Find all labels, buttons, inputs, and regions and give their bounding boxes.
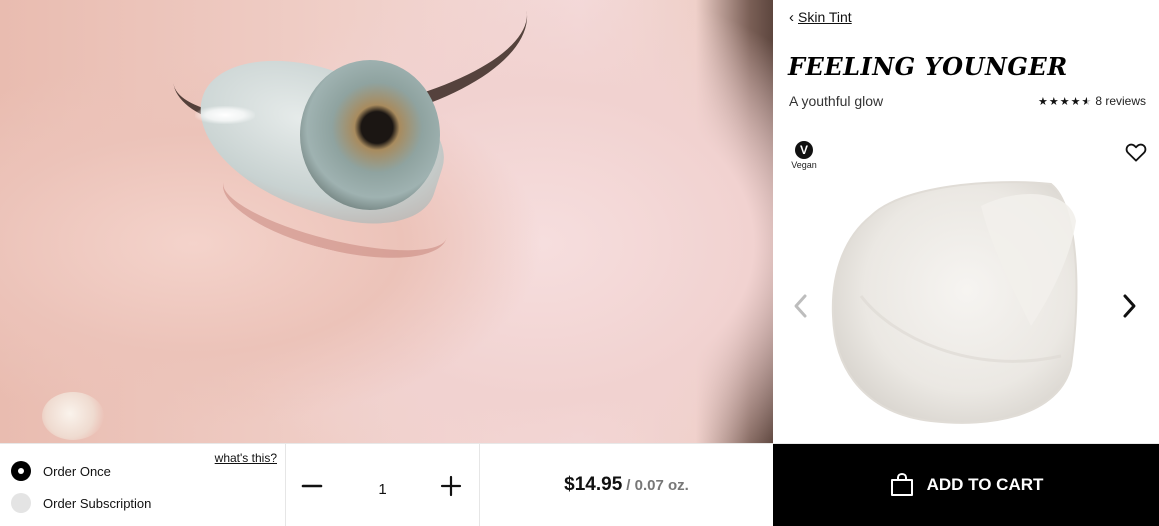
price: $14.95: [564, 474, 623, 495]
rating-summary[interactable]: ★★★★★★ 8 reviews: [1038, 94, 1146, 108]
product-panel: ‹ Skin Tint FEELING YOUNGER A youthful g…: [773, 0, 1159, 443]
purchase-bar: what's this? Order Once Order Subscripti…: [0, 443, 1159, 526]
breadcrumb-label: Skin Tint: [798, 9, 852, 25]
carousel-prev-icon[interactable]: [791, 292, 811, 320]
price-unit: / 0.07 oz.: [626, 476, 689, 494]
plus-icon[interactable]: [439, 474, 463, 498]
vegan-badge: V Vegan: [789, 141, 819, 170]
product-title: FEELING YOUNGER: [788, 52, 1068, 81]
order-subscription-option[interactable]: Order Subscription: [11, 493, 151, 513]
carousel-next-icon[interactable]: [1119, 292, 1139, 320]
price-display: $14.95 / 0.07 oz.: [480, 444, 773, 526]
chevron-left-icon: ‹: [789, 8, 794, 26]
star-icon: ★★★★★★: [1037, 95, 1093, 108]
order-once-radio[interactable]: [11, 461, 31, 481]
heart-icon[interactable]: [1125, 142, 1147, 162]
order-subscription-radio[interactable]: [11, 493, 31, 513]
reviews-count: 8 reviews: [1095, 94, 1146, 108]
vegan-icon: V: [795, 141, 813, 159]
add-to-cart-label: ADD TO CART: [926, 475, 1044, 494]
breadcrumb-back-link[interactable]: ‹ Skin Tint: [789, 9, 852, 25]
vegan-label: Vegan: [791, 160, 817, 170]
hero-highlight: [195, 106, 255, 124]
hero-image: [0, 0, 773, 443]
order-once-label: Order Once: [43, 463, 111, 479]
whats-this-link[interactable]: what's this?: [215, 451, 277, 465]
shopping-bag-icon: [890, 472, 913, 496]
quantity-stepper: 1: [286, 444, 480, 526]
product-tagline: A youthful glow: [789, 93, 884, 109]
hero-product-dab: [42, 392, 104, 440]
order-once-option[interactable]: Order Once: [11, 461, 111, 481]
order-options: what's this? Order Once Order Subscripti…: [0, 444, 286, 526]
product-swatch-image: [831, 181, 1078, 424]
add-to-cart-button[interactable]: ADD TO CART: [773, 444, 1159, 526]
order-subscription-label: Order Subscription: [43, 495, 152, 511]
